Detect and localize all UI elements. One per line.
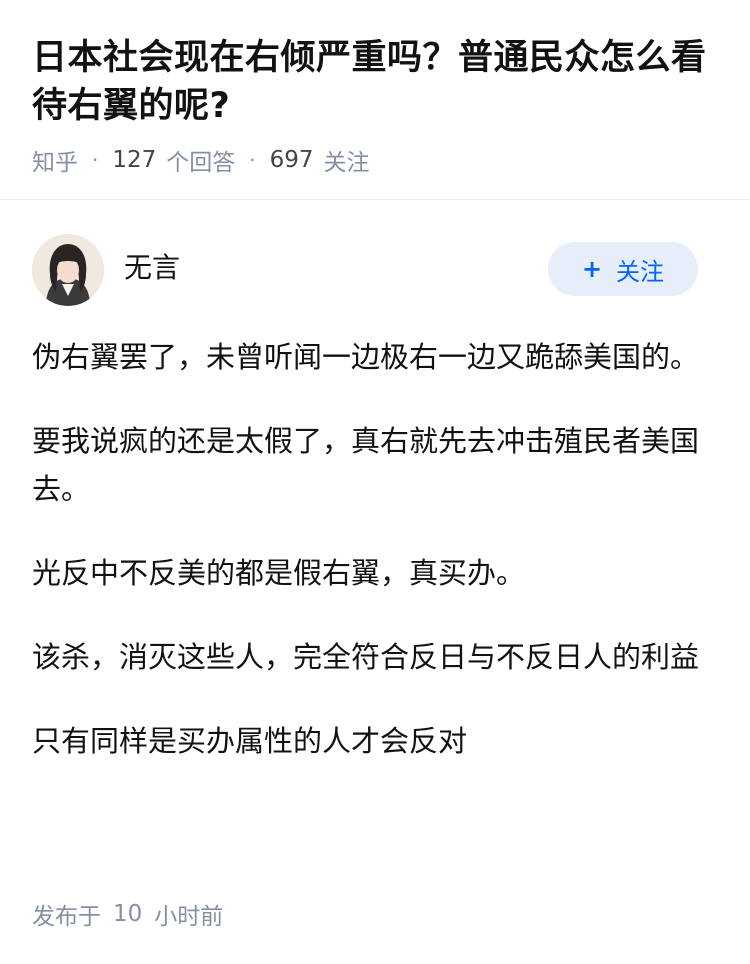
answer-content: 伪右翼罢了，未曾听闻一边极右一边又跪舔美国的。 要我说疯的还是太假了，真右就先去… [32, 333, 718, 801]
follow-button-label: 关注 [616, 257, 665, 286]
answer-paragraph: 要我说疯的还是太假了，真右就先去冲击殖民者美国去。 [32, 424, 700, 506]
avatar[interactable] [32, 234, 104, 306]
author-row: 无言 + 关注 [32, 234, 718, 306]
author-name[interactable]: 无言 [124, 248, 180, 288]
avatar-image [32, 234, 104, 306]
published-time-unit: 小时前 [154, 904, 224, 930]
answer-paragraph: 该杀，消灭这些人，完全符合反日与不反日人的利益 [32, 640, 700, 674]
plus-icon: + [581, 255, 603, 283]
question-meta: 知乎 · 127 个回答 · 697 关注 [32, 142, 370, 178]
site-name[interactable]: 知乎 [32, 143, 78, 177]
answers-label[interactable]: 个回答 [166, 143, 235, 177]
answer-paragraph: 只有同样是买办属性的人才会反对 [32, 724, 468, 758]
follow-count-label: 关注 [323, 150, 370, 176]
meta-separator: · [92, 148, 99, 172]
answer-paragraph: 光反中不反美的都是假右翼，真买办。 [32, 556, 526, 590]
question-title[interactable]: 日本社会现在右倾严重吗？普通民众怎么看待右翼的呢? [32, 34, 722, 130]
follow-button[interactable]: + 关注 [548, 242, 698, 296]
question-header: 日本社会现在右倾严重吗？普通民众怎么看待右翼的呢? 知乎 · 127 个回答 ·… [0, 0, 750, 200]
follow-count: 697 [269, 147, 314, 173]
answer-paragraph: 伪右翼罢了，未曾听闻一边极右一边又跪舔美国的。 [32, 340, 700, 374]
answer-footer: 发布于 10 小时前 [32, 896, 223, 932]
published-label: 发布于 [32, 904, 101, 930]
published-time-value: 10 [113, 901, 143, 927]
answers-count: 127 [112, 147, 157, 173]
meta-separator: · [249, 148, 256, 172]
